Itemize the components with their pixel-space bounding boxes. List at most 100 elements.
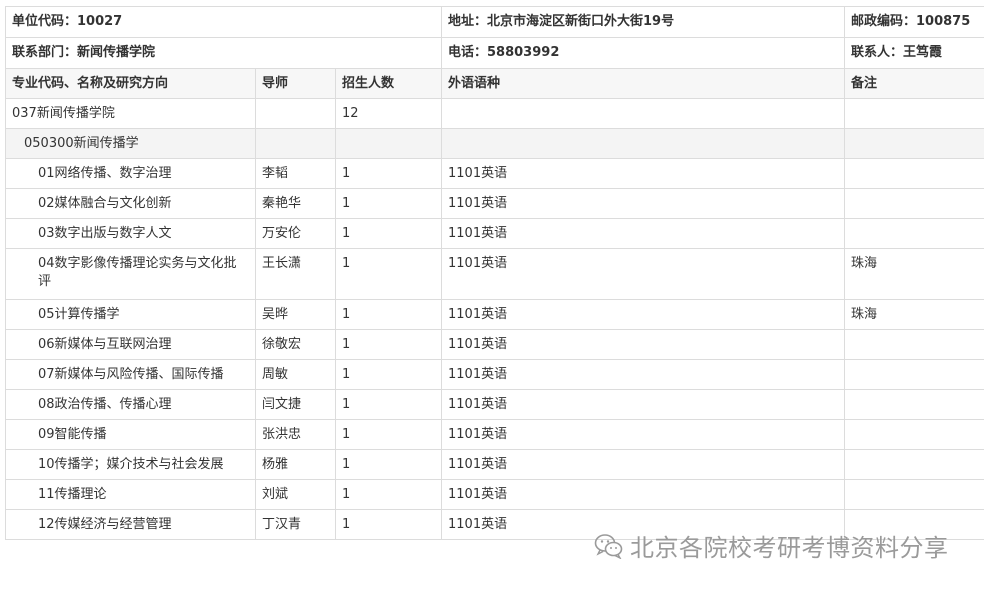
direction-remarks <box>844 389 984 420</box>
direction-advisor: 徐敬宏 <box>255 329 336 360</box>
direction-language: 1101英语 <box>441 449 845 480</box>
direction-language: 1101英语 <box>441 479 845 510</box>
direction-language: 1101英语 <box>441 188 845 219</box>
dept-advisor <box>255 98 336 129</box>
direction-language: 1101英语 <box>441 158 845 189</box>
direction-enrollment: 1 <box>335 248 442 300</box>
direction-name: 10传播学；媒介技术与社会发展 <box>5 449 256 480</box>
direction-name: 11传播理论 <box>5 479 256 510</box>
direction-enrollment: 1 <box>335 509 442 540</box>
header-remarks: 备注 <box>844 68 984 99</box>
direction-advisor: 吴晔 <box>255 299 336 330</box>
direction-advisor: 刘斌 <box>255 479 336 510</box>
table-row: 10传播学；媒介技术与社会发展 杨雅 1 1101英语 <box>5 449 984 480</box>
dept-row: 037新闻传播学院 12 <box>5 98 984 129</box>
table-row: 06新媒体与互联网治理 徐敬宏 1 1101英语 <box>5 329 984 360</box>
table-row: 07新媒体与风险传播、国际传播 周敏 1 1101英语 <box>5 359 984 390</box>
header-enrollment: 招生人数 <box>335 68 442 99</box>
direction-name: 12传媒经济与经营管理 <box>5 509 256 540</box>
dept-name: 037新闻传播学院 <box>5 98 256 129</box>
direction-name: 03数字出版与数字人文 <box>5 218 256 249</box>
direction-remarks <box>844 329 984 360</box>
major-advisor <box>255 128 336 159</box>
direction-remarks: 珠海 <box>844 299 984 330</box>
direction-language: 1101英语 <box>441 389 845 420</box>
table-row: 01网络传播、数字治理 李韬 1 1101英语 <box>5 158 984 189</box>
dept-language <box>441 98 845 129</box>
direction-enrollment: 1 <box>335 218 442 249</box>
major-remarks <box>844 128 984 159</box>
dept-remarks <box>844 98 984 129</box>
direction-name: 08政治传播、传播心理 <box>5 389 256 420</box>
watermark: 北京各院校考研考博资料分享 <box>594 528 949 563</box>
direction-enrollment: 1 <box>335 359 442 390</box>
direction-name: 07新媒体与风险传播、国际传播 <box>5 359 256 390</box>
info-row-1: 单位代码：10027 地址：北京市海淀区新街口外大街19号 邮政编码：10087… <box>5 6 984 38</box>
direction-enrollment: 1 <box>335 479 442 510</box>
contact-person: 联系人：王笃霞 <box>844 37 984 69</box>
direction-advisor: 杨雅 <box>255 449 336 480</box>
direction-advisor: 秦艳华 <box>255 188 336 219</box>
direction-name: 06新媒体与互联网治理 <box>5 329 256 360</box>
direction-advisor: 王长潇 <box>255 248 336 300</box>
direction-remarks <box>844 479 984 510</box>
major-name: 050300新闻传播学 <box>5 128 256 159</box>
table-row: 04数字影像传播理论实务与文化批评 王长潇 1 1101英语 珠海 <box>5 248 984 300</box>
phone: 电话：58803992 <box>441 37 845 69</box>
direction-language: 1101英语 <box>441 299 845 330</box>
direction-advisor: 丁汉青 <box>255 509 336 540</box>
direction-remarks <box>844 218 984 249</box>
direction-remarks: 珠海 <box>844 248 984 300</box>
direction-language: 1101英语 <box>441 419 845 450</box>
watermark-text: 北京各院校考研考博资料分享 <box>630 534 949 562</box>
header-program: 专业代码、名称及研究方向 <box>5 68 256 99</box>
table-header: 专业代码、名称及研究方向 导师 招生人数 外语语种 备注 <box>5 68 984 99</box>
direction-enrollment: 1 <box>335 449 442 480</box>
header-advisor: 导师 <box>255 68 336 99</box>
table-row: 05计算传播学 吴晔 1 1101英语 珠海 <box>5 299 984 330</box>
table-row: 11传播理论 刘斌 1 1101英语 <box>5 479 984 510</box>
admissions-table: 单位代码：10027 地址：北京市海淀区新街口外大街19号 邮政编码：10087… <box>5 6 984 540</box>
direction-remarks <box>844 188 984 219</box>
info-row-2: 联系部门：新闻传播学院 电话：58803992 联系人：王笃霞 <box>5 37 984 69</box>
direction-advisor: 张洪忠 <box>255 419 336 450</box>
direction-name: 01网络传播、数字治理 <box>5 158 256 189</box>
contact-department: 联系部门：新闻传播学院 <box>5 37 442 69</box>
table-row: 02媒体融合与文化创新 秦艳华 1 1101英语 <box>5 188 984 219</box>
address: 地址：北京市海淀区新街口外大街19号 <box>441 6 845 38</box>
direction-advisor: 闫文捷 <box>255 389 336 420</box>
direction-enrollment: 1 <box>335 188 442 219</box>
direction-remarks <box>844 419 984 450</box>
table-row: 08政治传播、传播心理 闫文捷 1 1101英语 <box>5 389 984 420</box>
direction-name: 05计算传播学 <box>5 299 256 330</box>
postcode: 邮政编码：100875 <box>844 6 984 38</box>
direction-remarks <box>844 449 984 480</box>
direction-language: 1101英语 <box>441 248 845 300</box>
direction-enrollment: 1 <box>335 389 442 420</box>
direction-advisor: 周敏 <box>255 359 336 390</box>
page: 单位代码：10027 地址：北京市海淀区新街口外大街19号 邮政编码：10087… <box>0 0 984 590</box>
direction-name: 09智能传播 <box>5 419 256 450</box>
major-enrollment <box>335 128 442 159</box>
wechat-icon <box>594 533 623 559</box>
direction-enrollment: 1 <box>335 419 442 450</box>
direction-name: 02媒体融合与文化创新 <box>5 188 256 219</box>
direction-remarks <box>844 359 984 390</box>
direction-language: 1101英语 <box>441 359 845 390</box>
direction-language: 1101英语 <box>441 329 845 360</box>
direction-rows: 01网络传播、数字治理 李韬 1 1101英语 02媒体融合与文化创新 秦艳华 1 1101英… <box>5 158 984 540</box>
direction-advisor: 李韬 <box>255 158 336 189</box>
direction-name: 04数字影像传播理论实务与文化批评 <box>5 248 256 300</box>
table-row: 09智能传播 张洪忠 1 1101英语 <box>5 419 984 450</box>
direction-language: 1101英语 <box>441 218 845 249</box>
major-row: 050300新闻传播学 <box>5 128 984 159</box>
dept-enrollment: 12 <box>335 98 442 129</box>
table-row: 03数字出版与数字人文 万安伦 1 1101英语 <box>5 218 984 249</box>
direction-remarks <box>844 158 984 189</box>
direction-enrollment: 1 <box>335 158 442 189</box>
direction-enrollment: 1 <box>335 329 442 360</box>
header-language: 外语语种 <box>441 68 845 99</box>
major-language <box>441 128 845 159</box>
direction-enrollment: 1 <box>335 299 442 330</box>
unit-code: 单位代码：10027 <box>5 6 442 38</box>
